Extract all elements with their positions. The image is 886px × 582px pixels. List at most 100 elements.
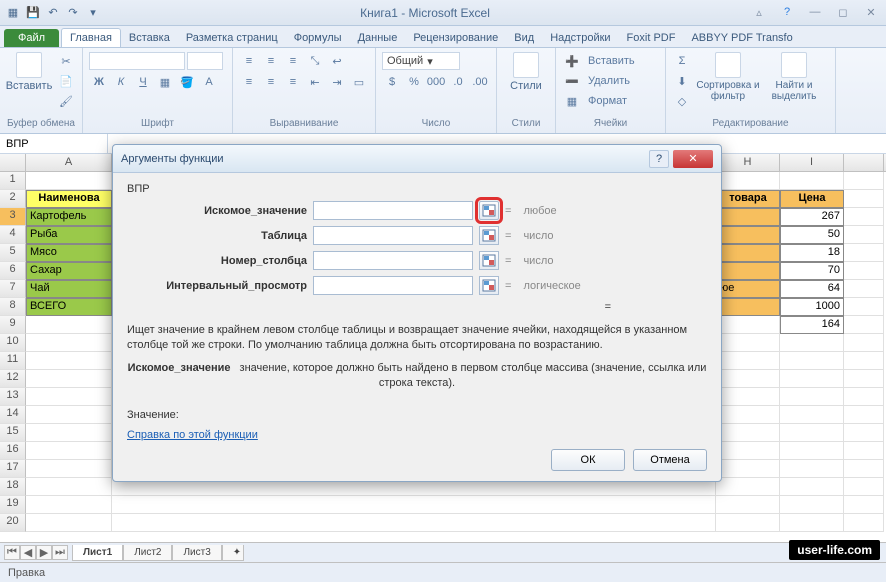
cell[interactable]: [780, 496, 844, 514]
cell[interactable]: [844, 280, 884, 298]
minimize-ribbon-icon[interactable]: ▵: [748, 6, 770, 19]
cell[interactable]: Картофель: [26, 208, 112, 226]
sheet-tab-3[interactable]: Лист3: [172, 545, 221, 561]
row-header[interactable]: 16: [0, 442, 26, 460]
wrap-icon[interactable]: ↩: [327, 52, 347, 70]
number-format-combo[interactable]: Общий▾: [382, 52, 460, 70]
sheet-nav-prev-icon[interactable]: ◀: [20, 545, 36, 560]
tab-insert[interactable]: Вставка: [121, 29, 178, 47]
row-header[interactable]: 15: [0, 424, 26, 442]
cell[interactable]: [844, 208, 884, 226]
arg-input[interactable]: [313, 276, 473, 295]
name-box[interactable]: ВПР: [0, 134, 108, 153]
cell[interactable]: 18: [780, 244, 844, 262]
row-header[interactable]: 18: [0, 478, 26, 496]
indent-inc-icon[interactable]: ⇥: [327, 73, 347, 91]
row-header[interactable]: 4: [0, 226, 26, 244]
delete-cell-icon[interactable]: ➖: [562, 72, 582, 90]
align-center-icon[interactable]: ≡: [261, 73, 281, 91]
minimize-icon[interactable]: —: [804, 6, 826, 19]
italic-icon[interactable]: К: [111, 73, 131, 91]
dialog-close-icon[interactable]: ✕: [673, 150, 713, 168]
inc-dec-icon[interactable]: .0: [448, 73, 468, 91]
cell[interactable]: [844, 244, 884, 262]
cell[interactable]: [26, 352, 112, 370]
merge-icon[interactable]: ▭: [349, 73, 369, 91]
cell[interactable]: 50: [780, 226, 844, 244]
cell[interactable]: 267: [780, 208, 844, 226]
redo-icon[interactable]: ↷: [64, 4, 82, 22]
cell[interactable]: [844, 478, 884, 496]
cell[interactable]: [716, 388, 780, 406]
cell[interactable]: [26, 406, 112, 424]
cell[interactable]: [844, 406, 884, 424]
cell[interactable]: [844, 514, 884, 532]
cell[interactable]: юе: [716, 280, 780, 298]
styles-button[interactable]: Стили: [503, 52, 549, 92]
clear-icon[interactable]: ◇: [672, 92, 692, 110]
cell[interactable]: [716, 352, 780, 370]
row-header[interactable]: 11: [0, 352, 26, 370]
cell[interactable]: [844, 334, 884, 352]
font-combo[interactable]: [89, 52, 185, 70]
cell[interactable]: 70: [780, 262, 844, 280]
row-header[interactable]: 8: [0, 298, 26, 316]
cell[interactable]: [716, 424, 780, 442]
percent-icon[interactable]: %: [404, 73, 424, 91]
row-header[interactable]: 3: [0, 208, 26, 226]
paste-button[interactable]: Вставить: [6, 52, 52, 92]
align-right-icon[interactable]: ≡: [283, 73, 303, 91]
cell[interactable]: Мясо: [26, 244, 112, 262]
cell[interactable]: 64: [780, 280, 844, 298]
row-header[interactable]: 9: [0, 316, 26, 334]
cell[interactable]: [844, 316, 884, 334]
tab-data[interactable]: Данные: [350, 29, 406, 47]
cell[interactable]: товара: [716, 190, 780, 208]
cell[interactable]: [716, 514, 780, 532]
insert-cell-icon[interactable]: ➕: [562, 52, 582, 70]
cancel-button[interactable]: Отмена: [633, 449, 707, 471]
cell[interactable]: [844, 496, 884, 514]
tab-file[interactable]: Файл: [4, 29, 59, 47]
cell[interactable]: [716, 172, 780, 190]
cell[interactable]: [844, 262, 884, 280]
tab-addins[interactable]: Надстройки: [542, 29, 618, 47]
cell[interactable]: [780, 172, 844, 190]
range-select-icon[interactable]: [479, 276, 499, 295]
col-header-j[interactable]: [844, 154, 884, 171]
cell[interactable]: [716, 262, 780, 280]
comma-icon[interactable]: 000: [426, 73, 446, 91]
tab-abbyy[interactable]: ABBYY PDF Transfo: [683, 29, 800, 47]
cell[interactable]: [844, 190, 884, 208]
align-mid-icon[interactable]: ≡: [261, 52, 281, 70]
close-icon[interactable]: ✕: [860, 6, 882, 19]
cell[interactable]: [26, 460, 112, 478]
row-header[interactable]: 17: [0, 460, 26, 478]
undo-icon[interactable]: ↶: [44, 4, 62, 22]
cell[interactable]: [780, 424, 844, 442]
align-left-icon[interactable]: ≡: [239, 73, 259, 91]
cell[interactable]: [26, 442, 112, 460]
currency-icon[interactable]: $: [382, 73, 402, 91]
cell[interactable]: [716, 370, 780, 388]
help-link[interactable]: Справка по этой функции: [127, 429, 707, 441]
cell[interactable]: [716, 442, 780, 460]
cell[interactable]: [780, 388, 844, 406]
tab-review[interactable]: Рецензирование: [405, 29, 506, 47]
cell[interactable]: [26, 388, 112, 406]
save-icon[interactable]: 💾: [24, 4, 42, 22]
cell[interactable]: [716, 226, 780, 244]
cell[interactable]: 164: [780, 316, 844, 334]
align-bot-icon[interactable]: ≡: [283, 52, 303, 70]
tab-home[interactable]: Главная: [61, 28, 121, 47]
col-header-h[interactable]: H: [716, 154, 780, 171]
cell[interactable]: [26, 478, 112, 496]
cell[interactable]: Рыба: [26, 226, 112, 244]
cell[interactable]: [780, 460, 844, 478]
cell[interactable]: [112, 514, 716, 532]
cell[interactable]: [716, 334, 780, 352]
tab-view[interactable]: Вид: [506, 29, 542, 47]
tab-layout[interactable]: Разметка страниц: [178, 29, 286, 47]
range-select-icon[interactable]: [479, 251, 499, 270]
cell[interactable]: [716, 298, 780, 316]
